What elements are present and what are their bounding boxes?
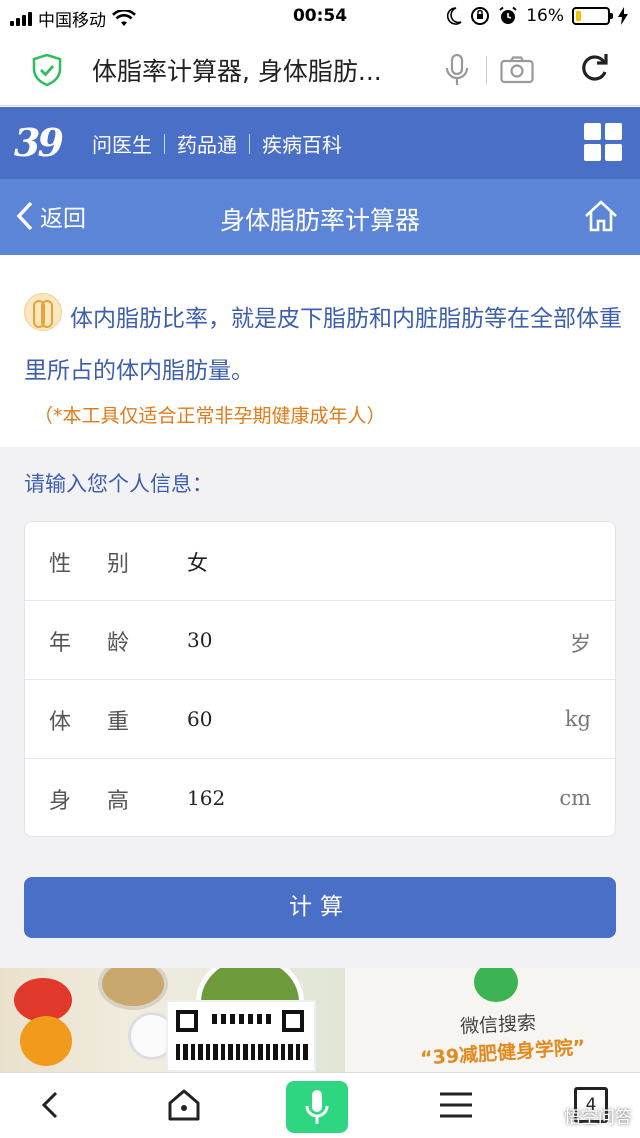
nav-item-drugs[interactable]: 药品通 — [165, 129, 249, 158]
gender-label: 性别 — [49, 552, 166, 577]
site-nav: 问医生 药品通 疾病百科 — [92, 129, 354, 158]
height-input[interactable]: 162 — [187, 786, 225, 810]
intro-section: 体内脂肪比率，就是皮下脂肪和内脏脂肪等在全部体重里所占的体内脂肪量。 （*本工具… — [0, 255, 640, 447]
height-unit: cm — [559, 786, 591, 810]
home-icon[interactable] — [584, 199, 618, 233]
battery-percent: 16% — [526, 6, 564, 26]
site-header: 39 问医生 药品通 疾病百科 — [0, 107, 640, 179]
battery-fill — [576, 11, 581, 21]
camera-icon[interactable] — [500, 56, 534, 84]
pepper-image — [20, 1016, 72, 1066]
menu-icon[interactable] — [436, 1085, 476, 1125]
address-bar-divider — [486, 56, 487, 84]
age-input[interactable]: 30 — [187, 628, 212, 652]
height-label: 身高 — [49, 789, 166, 814]
weight-label: 体重 — [49, 710, 166, 735]
wechat-logo-icon — [474, 968, 518, 1002]
page-title-bar: 返回 身体脂肪率计算器 — [0, 179, 640, 255]
age-label: 年龄 — [49, 631, 166, 656]
status-bar: 中国移动 00:54 16% — [0, 0, 640, 34]
site-logo[interactable]: 39 — [14, 121, 70, 165]
status-right: 16% — [446, 6, 628, 26]
weight-unit: kg — [564, 707, 591, 731]
nav-item-ask-doctor[interactable]: 问医生 — [92, 129, 164, 158]
browser-toolbar: 4 悟空问答 — [0, 1072, 640, 1138]
banner-line-2: “39减肥健身学院” — [419, 1036, 587, 1070]
moon-icon — [447, 7, 462, 25]
page-url-title[interactable]: 体脂率计算器, 身体脂肪... — [92, 52, 422, 88]
grid-menu-icon[interactable] — [584, 123, 622, 161]
page-title: 身体脂肪率计算器 — [219, 206, 420, 235]
form-row-height[interactable]: 身高 162 cm — [25, 759, 615, 838]
alarm-icon — [499, 6, 517, 24]
form-label: 请输入您个人信息： — [24, 472, 213, 496]
calculate-button[interactable]: 计算 — [24, 877, 616, 938]
form-row-weight[interactable]: 体重 60 kg — [25, 680, 615, 759]
back-arrow-icon[interactable] — [32, 1085, 72, 1125]
watermark: 悟空问答 — [564, 1108, 632, 1128]
form-row-age[interactable]: 年龄 30 岁 — [25, 601, 615, 680]
microphone-icon[interactable] — [444, 54, 470, 86]
age-unit: 岁 — [570, 632, 591, 656]
battery-icon — [572, 7, 613, 25]
form-row-gender[interactable]: 性别 女 — [25, 522, 615, 601]
banner-line-1: 微信搜索 — [459, 1012, 537, 1038]
reload-icon[interactable] — [578, 52, 610, 84]
voice-button[interactable] — [286, 1081, 348, 1133]
intro-description: 体内脂肪比率，就是皮下脂肪和内脏脂肪等在全部体重里所占的体内脂肪量。 — [24, 306, 622, 384]
intro-note: （*本工具仅适合正常非孕期健康成年人） — [34, 405, 386, 427]
nav-item-diseases[interactable]: 疾病百科 — [250, 129, 354, 158]
voice-icon — [305, 1090, 329, 1124]
shield-check-icon[interactable] — [32, 54, 62, 86]
rotation-lock-icon — [471, 7, 490, 25]
promo-banner[interactable]: 微信搜索 “39减肥健身学院” — [0, 968, 640, 1072]
home-icon[interactable] — [164, 1085, 204, 1125]
intro-text: 体内脂肪比率，就是皮下脂肪和内脏脂肪等在全部体重里所占的体内脂肪量。 — [24, 293, 624, 397]
gender-select[interactable]: 女 — [187, 547, 208, 577]
browser-address-bar: 体脂率计算器, 身体脂肪... — [0, 34, 640, 106]
qr-code — [166, 1000, 316, 1072]
weight-input[interactable]: 60 — [187, 707, 212, 731]
info-form: 性别 女 年龄 30 岁 体重 60 kg 身高 162 cm — [24, 521, 616, 837]
charging-icon — [618, 7, 628, 25]
